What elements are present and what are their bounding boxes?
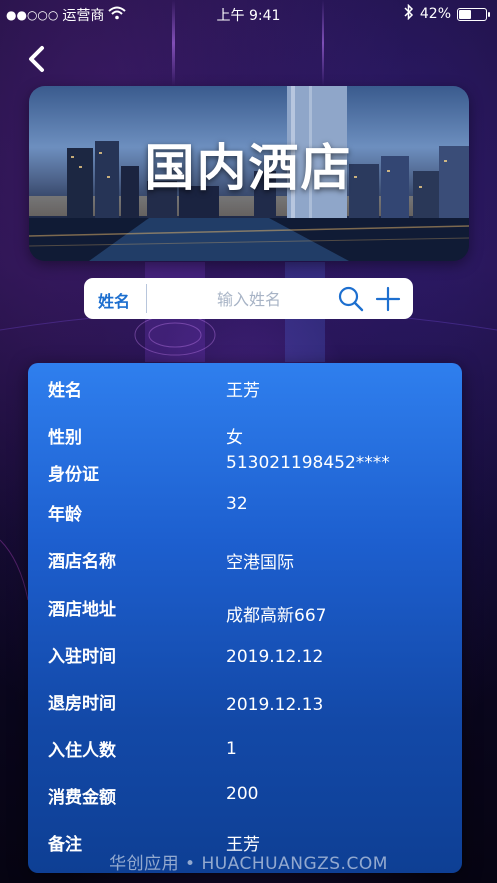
label-id-card: 身份证 bbox=[48, 465, 99, 485]
plus-icon[interactable] bbox=[374, 285, 402, 313]
bluetooth-icon bbox=[404, 3, 414, 24]
back-button[interactable] bbox=[22, 42, 56, 76]
search-bar: 姓名 bbox=[84, 278, 413, 319]
value-check-out-time: 2019.12.13 bbox=[226, 695, 324, 715]
chevron-left-icon bbox=[29, 46, 44, 72]
battery-level bbox=[459, 9, 471, 19]
label-check-in-time: 入驻时间 bbox=[48, 647, 116, 667]
label-gender: 性别 bbox=[48, 428, 82, 448]
battery-icon bbox=[457, 7, 490, 21]
status-right: 42% bbox=[404, 3, 490, 24]
value-amount-spent: 200 bbox=[226, 784, 259, 804]
value-hotel-address: 成都高新667 bbox=[226, 606, 327, 626]
label-hotel-address: 酒店地址 bbox=[48, 600, 116, 620]
label-amount-spent: 消费金额 bbox=[48, 788, 116, 808]
label-name: 姓名 bbox=[48, 381, 82, 401]
search-icon[interactable] bbox=[337, 285, 365, 313]
app-screen: ●●○○○ 运营商 上午 9:41 42% 国内酒店 姓名 输入姓名 姓名 王芳… bbox=[0, 0, 497, 883]
search-divider bbox=[146, 284, 147, 313]
label-guest-count: 入住人数 bbox=[48, 741, 116, 761]
label-check-out-time: 退房时间 bbox=[48, 694, 116, 714]
label-hotel-name: 酒店名称 bbox=[48, 552, 116, 572]
value-name: 王芳 bbox=[226, 381, 260, 401]
watermark-text: 华创应用 • HUACHUANGZS.COM bbox=[109, 854, 388, 874]
value-id-card: 513021198452**** bbox=[226, 453, 390, 473]
banner-title: 国内酒店 bbox=[144, 139, 353, 197]
value-gender: 女 bbox=[226, 428, 243, 448]
value-check-in-time: 2019.12.12 bbox=[226, 647, 324, 667]
label-age: 年龄 bbox=[48, 505, 82, 525]
guest-info-card: 姓名 王芳 性别 女 身份证 513021198452**** 年龄 32 酒店… bbox=[28, 363, 462, 873]
search-field-label: 姓名 bbox=[98, 292, 131, 311]
status-bar: ●●○○○ 运营商 上午 9:41 42% bbox=[0, 0, 497, 28]
value-age: 32 bbox=[226, 494, 248, 514]
value-guest-count: 1 bbox=[226, 739, 237, 759]
name-search-input[interactable] bbox=[152, 282, 346, 317]
value-hotel-name: 空港国际 bbox=[226, 553, 294, 573]
battery-percent: 42% bbox=[419, 6, 451, 22]
